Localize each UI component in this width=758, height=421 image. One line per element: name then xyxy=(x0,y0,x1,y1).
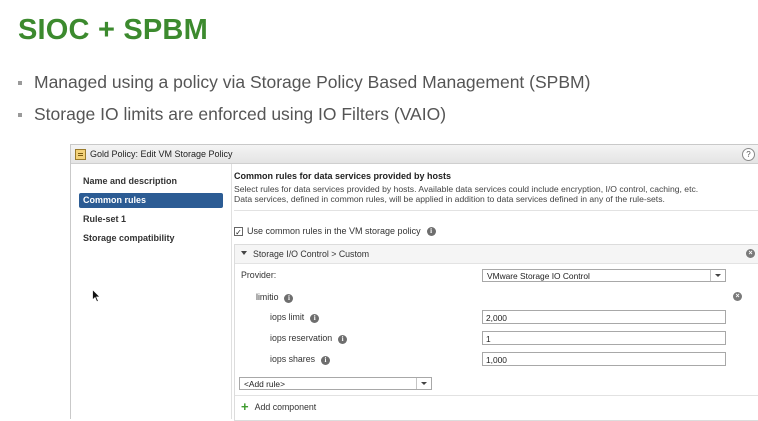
add-rule-select[interactable]: <Add rule> xyxy=(239,377,432,390)
add-rule-select-value: <Add rule> xyxy=(244,379,285,389)
iops-limit-input[interactable]: 2,000 xyxy=(482,310,726,324)
nav-item-rule-set-1[interactable]: Rule-set 1 xyxy=(79,212,223,227)
bullet-marker-icon xyxy=(18,81,22,85)
field-label: iops reservation xyxy=(270,333,333,343)
mouse-cursor-icon xyxy=(92,289,101,303)
nav-item-name-and-description[interactable]: Name and description xyxy=(79,174,223,189)
nav-item-common-rules[interactable]: Common rules xyxy=(79,193,223,208)
remove-limitio-icon[interactable]: × xyxy=(733,292,742,301)
storage-io-control-rule: Storage I/O Control > Custom × Provider:… xyxy=(234,244,758,421)
bullet-marker-icon xyxy=(18,113,22,117)
remove-rule-icon[interactable]: × xyxy=(746,249,755,258)
divider xyxy=(235,395,758,396)
iops-shares-input[interactable]: 1,000 xyxy=(482,352,726,366)
field-label: iops limit xyxy=(270,312,305,322)
iops-reservation-label: iops reservation i xyxy=(270,333,348,344)
description-line: Select rules for data services provided … xyxy=(234,184,699,194)
iops-reservation-input[interactable]: 1 xyxy=(482,331,726,345)
help-button[interactable]: ? xyxy=(742,148,755,161)
limitio-text: limitio xyxy=(256,292,279,302)
bullet-item: Managed using a policy via Storage Polic… xyxy=(18,66,590,98)
limitio-label: limitio i xyxy=(256,292,294,303)
provider-label: Provider: xyxy=(241,270,277,280)
info-icon[interactable]: i xyxy=(338,335,348,344)
collapse-caret-icon[interactable] xyxy=(241,251,247,255)
rule-header-text: Storage I/O Control > Custom xyxy=(253,249,370,259)
use-common-rules-label: Use common rules in the VM storage polic… xyxy=(247,226,421,236)
plus-icon: + xyxy=(241,399,249,414)
info-icon[interactable]: i xyxy=(284,294,294,303)
use-common-rules-checkbox[interactable]: ✓ xyxy=(234,226,243,237)
info-icon[interactable]: i xyxy=(321,356,330,365)
divider xyxy=(234,210,758,211)
iops-limit-label: iops limit i xyxy=(270,312,320,323)
dialog-title: Gold Policy: Edit VM Storage Policy xyxy=(90,149,233,159)
bullet-text: Storage IO limits are enforced using IO … xyxy=(34,103,447,124)
info-icon[interactable]: i xyxy=(426,226,436,236)
common-rules-panel: Common rules for data services provided … xyxy=(234,164,758,421)
provider-select-value: VMware Storage IO Control xyxy=(487,271,590,281)
iops-shares-label: iops shares i xyxy=(270,354,330,365)
chevron-down-icon[interactable] xyxy=(416,378,431,389)
nav-item-storage-compatibility[interactable]: Storage compatibility xyxy=(79,231,223,246)
bullet-item: Storage IO limits are enforced using IO … xyxy=(18,98,590,130)
section-description: Select rules for data services provided … xyxy=(234,184,754,204)
wizard-nav: Name and description Common rules Rule-s… xyxy=(71,164,232,419)
bullet-list: Managed using a policy via Storage Polic… xyxy=(18,66,590,130)
add-component-label: Add component xyxy=(254,402,317,412)
add-component-button[interactable]: + Add component xyxy=(235,399,758,414)
bullet-text: Managed using a policy via Storage Polic… xyxy=(34,71,591,92)
rule-header[interactable]: Storage I/O Control > Custom × xyxy=(235,245,758,264)
policy-icon xyxy=(75,148,86,160)
use-common-rules-row: ✓ Use common rules in the VM storage pol… xyxy=(234,226,436,237)
info-icon[interactable]: i xyxy=(310,314,320,323)
provider-select[interactable]: VMware Storage IO Control xyxy=(482,269,726,282)
edit-storage-policy-dialog: Gold Policy: Edit VM Storage Policy ? Na… xyxy=(70,144,758,421)
section-title: Common rules for data services provided … xyxy=(234,171,452,181)
dialog-titlebar: Gold Policy: Edit VM Storage Policy ? xyxy=(71,145,758,164)
field-label: iops shares xyxy=(270,354,315,364)
description-line: Data services, defined in common rules, … xyxy=(234,194,665,204)
chevron-down-icon[interactable] xyxy=(710,270,725,281)
slide-title: SIOC + SPBM xyxy=(18,14,208,46)
